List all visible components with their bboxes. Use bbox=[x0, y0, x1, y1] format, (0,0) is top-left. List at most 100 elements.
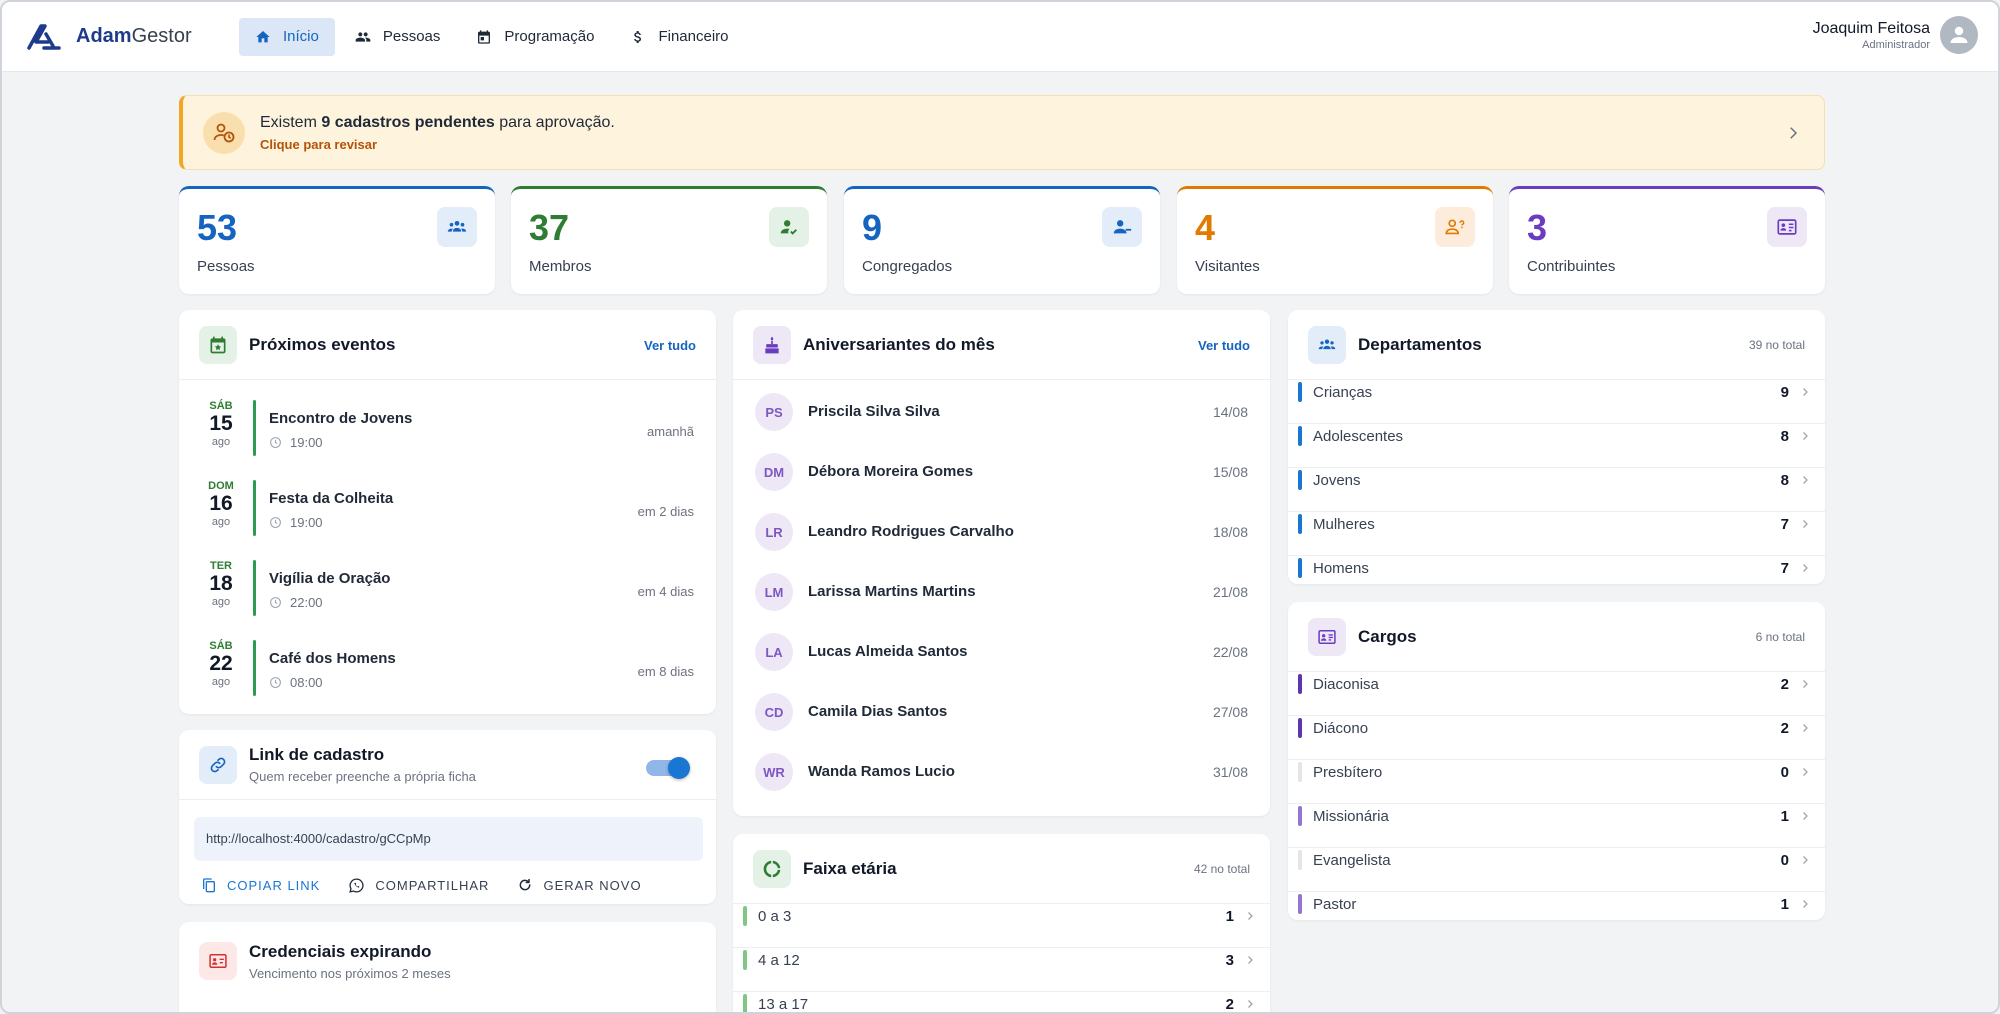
copy-link-button[interactable]: COPIAR LINK bbox=[201, 870, 320, 900]
stat-value: 53 bbox=[197, 207, 238, 248]
department-row[interactable]: Homens 7 bbox=[1288, 556, 1825, 584]
logo[interactable]: AdamGestor bbox=[26, 22, 236, 52]
share-button[interactable]: COMPARTILHAR bbox=[348, 870, 489, 900]
chevron-right-icon bbox=[1803, 856, 1808, 864]
alert-suffix: para aprovação. bbox=[494, 113, 615, 131]
age-range-row[interactable]: 13 a 17 2 bbox=[733, 992, 1270, 1013]
birthday-item[interactable]: DM Débora Moreira Gomes 15/08 bbox=[733, 442, 1270, 502]
event-date: SÁB 15 ago bbox=[199, 400, 243, 448]
role-row[interactable]: Diaconisa 2 bbox=[1288, 672, 1825, 716]
nav-label: Pessoas bbox=[382, 28, 441, 45]
event-relative-date: em 2 dias bbox=[637, 504, 694, 519]
signup-link-actions: COPIAR LINK COMPARTILHAR GERAR NOVO bbox=[201, 870, 670, 900]
nav-item-pessoas[interactable]: Pessoas bbox=[339, 18, 457, 56]
birthdays-card-header: Aniversariantes do mês Ver tudo bbox=[733, 310, 1270, 380]
birthday-item[interactable]: CD Camila Dias Santos 27/08 bbox=[733, 682, 1270, 742]
roles-total: 6 no total bbox=[1755, 630, 1805, 644]
birthdays-see-all-link[interactable]: Ver tudo bbox=[1198, 338, 1250, 353]
row-count: 8 bbox=[1780, 472, 1789, 489]
event-month: ago bbox=[211, 676, 231, 688]
row-label: Mulheres bbox=[1313, 516, 1375, 533]
row-label: Crianças bbox=[1313, 384, 1373, 401]
member-check-icon bbox=[769, 207, 809, 247]
event-calendar-icon bbox=[199, 325, 237, 364]
credentials-header: Credenciais expirando Vencimento nos pró… bbox=[179, 922, 716, 1000]
departments-card: Departamentos 39 no total Crianças 9 Adol… bbox=[1288, 310, 1825, 584]
nav-item-inicio[interactable]: Início bbox=[239, 17, 335, 56]
event-date: DOM 16 ago bbox=[199, 480, 243, 528]
user-menu[interactable]: Joaquim Feitosa Administrador bbox=[1813, 16, 1978, 54]
row-color-bar bbox=[1298, 762, 1302, 782]
event-item[interactable]: DOM 16 ago Festa da Colheita 19:00 em 2 … bbox=[179, 472, 716, 552]
birthday-item[interactable]: LA Lucas Almeida Santos 22/08 bbox=[733, 622, 1270, 682]
role-row[interactable]: Presbítero 0 bbox=[1288, 760, 1825, 804]
nav-label: Programação bbox=[504, 28, 595, 45]
row-color-bar bbox=[1298, 894, 1302, 914]
birthday-item[interactable]: LM Larissa Martins Martins 21/08 bbox=[733, 562, 1270, 622]
review-link[interactable]: Clique para revisar bbox=[260, 137, 615, 152]
credentials-titles: Credenciais expirando Vencimento nos pró… bbox=[249, 942, 451, 981]
stat-card-membros[interactable]: 37 Membros bbox=[511, 186, 827, 294]
stat-label: Contribuintes bbox=[1527, 258, 1616, 275]
avatar[interactable] bbox=[1940, 16, 1978, 54]
copy-icon bbox=[203, 878, 215, 893]
row-count: 8 bbox=[1780, 428, 1789, 445]
role-row[interactable]: Missionária 1 bbox=[1288, 804, 1825, 848]
department-row[interactable]: Adolescentes 8 bbox=[1288, 424, 1825, 468]
event-item[interactable]: TER 18 ago Vigília de Oração 22:00 em 4 … bbox=[179, 552, 716, 632]
avatar: LA bbox=[755, 633, 793, 671]
stat-card-pessoas[interactable]: 53 Pessoas bbox=[179, 186, 495, 294]
signup-url-field[interactable]: http://localhost:4000/cadastro/gCCpMp bbox=[194, 817, 703, 861]
top-bar: AdamGestor Início Pessoas Programação Fi… bbox=[2, 2, 1998, 72]
clock-icon bbox=[270, 597, 281, 608]
department-row[interactable]: Mulheres 7 bbox=[1288, 512, 1825, 556]
card-title: Aniversariantes do mês bbox=[803, 334, 995, 354]
avatar: LM bbox=[755, 573, 793, 611]
age-range-list: 0 a 3 1 4 a 12 3 13 a 17 2 bbox=[733, 904, 1270, 1013]
role-row[interactable]: Diácono 2 bbox=[1288, 716, 1825, 760]
role-row[interactable]: Evangelista 0 bbox=[1288, 848, 1825, 892]
department-row[interactable]: Crianças 9 bbox=[1288, 380, 1825, 424]
card-title: Credenciais expirando bbox=[249, 941, 432, 961]
home-icon bbox=[255, 29, 271, 45]
regenerate-link-button[interactable]: GERAR NOVO bbox=[517, 870, 641, 900]
event-item[interactable]: SÁB 15 ago Encontro de Jovens 19:00 aman… bbox=[179, 392, 716, 472]
user-name: Joaquim Feitosa bbox=[1812, 19, 1930, 37]
pending-approval-alert[interactable]: Existem 9 cadastros pendentes para aprov… bbox=[179, 95, 1825, 170]
stat-card-visitantes[interactable]: 4 Visitantes bbox=[1177, 186, 1493, 294]
row-color-bar bbox=[1298, 558, 1302, 578]
event-weekday: DOM bbox=[208, 480, 234, 492]
nav-item-programacao[interactable]: Programação bbox=[460, 18, 610, 56]
signup-link-toggle[interactable] bbox=[646, 757, 690, 779]
event-item[interactable]: SÁB 22 ago Café dos Homens 08:00 em 8 di… bbox=[179, 632, 716, 712]
row-label: 13 a 17 bbox=[758, 996, 809, 1013]
stat-card-congregados[interactable]: 9 Congregados bbox=[844, 186, 1160, 294]
card-subtitle: Vencimento nos próximos 2 meses bbox=[249, 965, 451, 981]
event-relative-date: em 8 dias bbox=[637, 664, 694, 679]
role-row[interactable]: Pastor 1 bbox=[1288, 892, 1825, 920]
event-time: 22:00 bbox=[269, 595, 323, 610]
events-see-all-link[interactable]: Ver tudo bbox=[644, 338, 696, 353]
event-relative-date: em 4 dias bbox=[637, 584, 694, 599]
birthday-item[interactable]: LR Leandro Rodrigues Carvalho 18/08 bbox=[733, 502, 1270, 562]
age-range-row[interactable]: 0 a 3 1 bbox=[733, 904, 1270, 948]
nav-item-financeiro[interactable]: Financeiro bbox=[614, 18, 744, 56]
nav-label: Início bbox=[283, 28, 319, 45]
stat-label: Membros bbox=[529, 258, 592, 275]
card-title: Link de cadastro bbox=[249, 745, 385, 764]
birthday-date: 27/08 bbox=[1212, 704, 1248, 720]
main-nav: Início Pessoas Programação Financeiro bbox=[239, 17, 749, 56]
people-icon bbox=[355, 29, 371, 45]
chevron-right-icon bbox=[1803, 812, 1808, 820]
row-color-bar bbox=[1298, 426, 1302, 446]
age-range-row[interactable]: 4 a 12 3 bbox=[733, 948, 1270, 992]
birthday-item[interactable]: PS Priscila Silva Silva 14/08 bbox=[733, 382, 1270, 442]
event-divider bbox=[253, 560, 256, 616]
birthday-item[interactable]: WR Wanda Ramos Lucio 31/08 bbox=[733, 742, 1270, 802]
department-row[interactable]: Jovens 8 bbox=[1288, 468, 1825, 512]
stat-card-contribuintes[interactable]: 3 Contribuintes bbox=[1509, 186, 1825, 294]
event-title: Encontro de Jovens bbox=[269, 410, 413, 427]
chevron-right-icon bbox=[1803, 432, 1808, 440]
avatar: LR bbox=[755, 513, 793, 551]
id-card-icon bbox=[199, 942, 237, 980]
